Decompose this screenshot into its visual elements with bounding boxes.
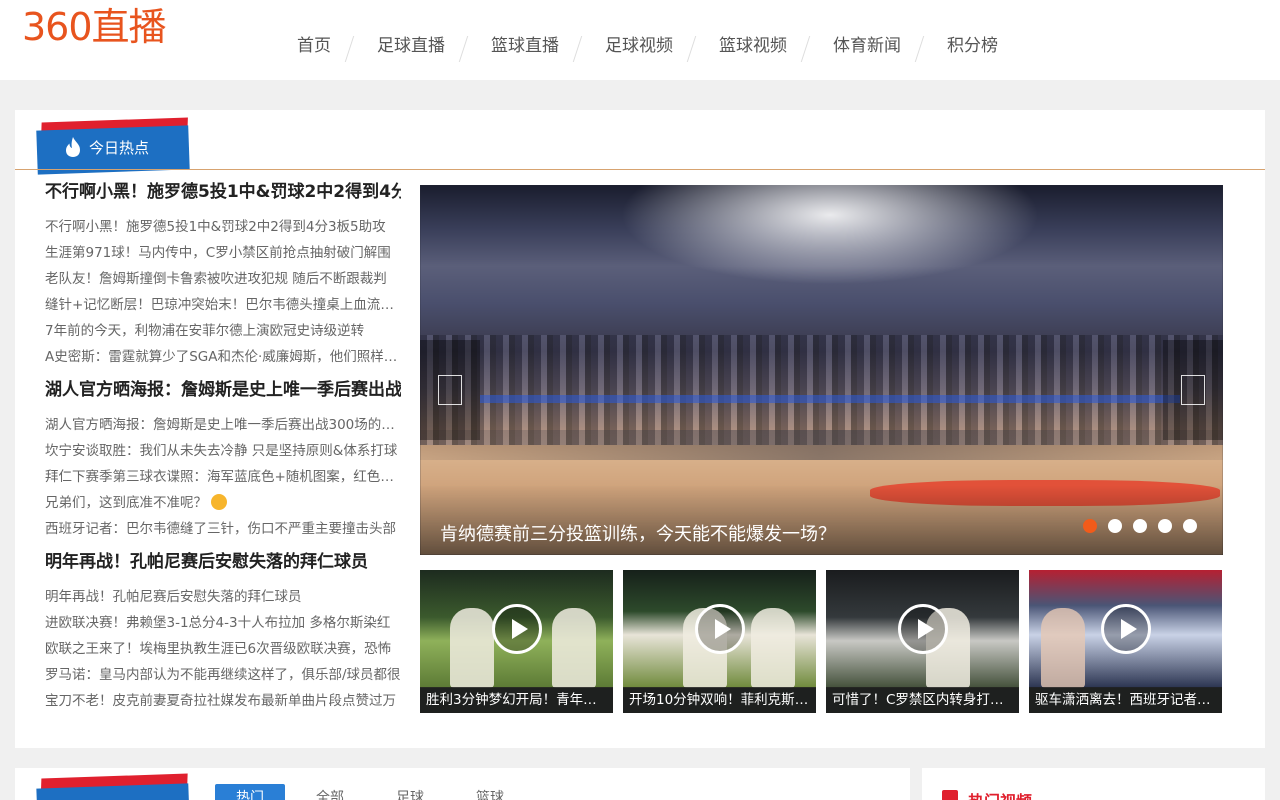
featured-carousel[interactable]: 肯纳德赛前三分投篮训练，今天能不能爆发一场？ <box>420 185 1223 555</box>
news-item[interactable]: 不行啊小黑！施罗德5投1中&罚球2中2得到4分3板5助攻 <box>45 214 401 240</box>
play-icon <box>492 604 542 654</box>
news-item[interactable]: 明年再战！孔帕尼赛后安慰失落的拜仁球员 <box>45 584 401 610</box>
carousel-prev-button[interactable] <box>420 340 480 440</box>
section-badge: 今日热点 <box>36 117 190 175</box>
flame-icon <box>66 137 80 157</box>
news-headline[interactable]: 湖人官方晒海报：詹姆斯是史上唯一季后赛出战300场 <box>45 376 401 404</box>
divider <box>15 169 1265 170</box>
video-thumb-title: 驱车潇洒离去！西班牙记者：维尼修斯 <box>1029 687 1222 713</box>
news-group: 不行啊小黑！施罗德5投1中&罚球2中2得到4分 不行啊小黑！施罗德5投1中&罚球… <box>45 178 401 370</box>
arrow-right-icon <box>1181 375 1205 405</box>
site-logo[interactable]: 360直播 <box>22 0 167 51</box>
hot-video-header: 热门视频 <box>942 788 1032 800</box>
nav-item-sports-news[interactable]: 体育新闻 <box>811 30 925 62</box>
nav-item-standings[interactable]: 积分榜 <box>925 30 1022 62</box>
site-header: 360直播 首页 足球直播 篮球直播 足球视频 篮球视频 体育新闻 积分榜 <box>0 0 1280 80</box>
carousel-dot[interactable] <box>1183 519 1197 533</box>
tab-all[interactable]: 全部 <box>295 784 365 800</box>
news-item-text: 兄弟们，这到底准不准呢？ <box>45 495 207 511</box>
hot-video-title: 热门视频 <box>968 788 1032 800</box>
thinking-emoji-icon <box>211 494 227 510</box>
carousel-dots <box>1083 519 1197 533</box>
nav-item-basketball-video[interactable]: 篮球视频 <box>697 30 811 62</box>
video-thumb[interactable]: 开场10分钟双响！菲利克斯头球破门 <box>623 570 816 713</box>
section-badge <box>36 773 190 800</box>
video-thumbnails: 胜利3分钟梦幻开局！青年人队长 开场10分钟双响！菲利克斯头球破门 可惜了！C罗… <box>420 570 1223 713</box>
news-item[interactable]: A史密斯：雷霆就算少了SGA和杰伦·威廉姆斯，他们照样能赢 <box>45 344 401 370</box>
nav-item-basketball-live[interactable]: 篮球直播 <box>469 30 583 62</box>
news-item[interactable]: 老队友！詹姆斯撞倒卡鲁索被吹进攻犯规 随后不断跟裁判 <box>45 266 401 292</box>
news-item[interactable]: 罗马诺：皇马内部认为不能再继续这样了，俱乐部/球员都很 <box>45 662 401 688</box>
video-thumb[interactable]: 可惜了！C罗禁区内转身打门被扑 <box>826 570 1019 713</box>
news-group: 湖人官方晒海报：詹姆斯是史上唯一季后赛出战300场 湖人官方晒海报：詹姆斯是史上… <box>45 376 401 542</box>
video-thumb-title: 可惜了！C罗禁区内转身打门被扑 <box>826 687 1019 713</box>
news-item[interactable]: 生涯第971球！马内传中，C罗小禁区前抢点抽射破门解围 <box>45 240 401 266</box>
video-thumb-title: 开场10分钟双响！菲利克斯头球破门 <box>623 687 816 713</box>
news-item[interactable]: 进欧联决赛！弗赖堡3-1总分4-3十人布拉加 多格尔斯染红 <box>45 610 401 636</box>
hot-today-panel: 今日热点 不行啊小黑！施罗德5投1中&罚球2中2得到4分 不行啊小黑！施罗德5投… <box>15 110 1265 748</box>
news-headline[interactable]: 明年再战！孔帕尼赛后安慰失落的拜仁球员 <box>45 548 401 576</box>
tab-hot[interactable]: 热门 <box>215 784 285 800</box>
arrow-left-icon <box>438 375 462 405</box>
live-list-panel: 热门 全部 足球 篮球 <box>15 768 910 800</box>
news-item[interactable]: 拜仁下赛季第三球衣谍照：海军蓝底色+随机图案，红色细节 <box>45 464 401 490</box>
news-item[interactable]: 坎宁安谈取胜：我们从未失去冷静 只是坚持原则&体系打球 <box>45 438 401 464</box>
play-icon <box>1101 604 1151 654</box>
news-item[interactable]: 缝针+记忆断层！巴琼冲突始末！巴尔韦德头撞桌上血流不止 <box>45 292 401 318</box>
tab-football[interactable]: 足球 <box>375 784 445 800</box>
nav-item-football-live[interactable]: 足球直播 <box>355 30 469 62</box>
nav-item-football-video[interactable]: 足球视频 <box>583 30 697 62</box>
video-thumb-title: 胜利3分钟梦幻开局！青年人队长 <box>420 687 613 713</box>
carousel-dot[interactable] <box>1133 519 1147 533</box>
hot-news-list: 不行啊小黑！施罗德5投1中&罚球2中2得到4分 不行啊小黑！施罗德5投1中&罚球… <box>45 178 401 720</box>
carousel-dot[interactable] <box>1158 519 1172 533</box>
carousel-caption[interactable]: 肯纳德赛前三分投篮训练，今天能不能爆发一场？ <box>440 523 836 547</box>
video-thumb[interactable]: 驱车潇洒离去！西班牙记者：维尼修斯 <box>1029 570 1222 713</box>
nav-item-home[interactable]: 首页 <box>275 30 355 62</box>
play-icon <box>695 604 745 654</box>
news-item[interactable]: 欧联之王来了！埃梅里执教生涯已6次晋级欧联决赛，恐怖 <box>45 636 401 662</box>
hot-video-panel: 热门视频 <box>922 768 1265 800</box>
live-tabs: 热门 全部 足球 篮球 <box>215 784 525 800</box>
video-icon <box>942 790 958 800</box>
play-icon <box>898 604 948 654</box>
news-item[interactable]: 7年前的今天，利物浦在安菲尔德上演欧冠史诗级逆转 <box>45 318 401 344</box>
news-item[interactable]: 兄弟们，这到底准不准呢？ <box>45 490 401 516</box>
main-nav: 首页 足球直播 篮球直播 足球视频 篮球视频 体育新闻 积分榜 <box>275 30 1022 62</box>
video-thumb[interactable]: 胜利3分钟梦幻开局！青年人队长 <box>420 570 613 713</box>
carousel-dot[interactable] <box>1108 519 1122 533</box>
news-group: 明年再战！孔帕尼赛后安慰失落的拜仁球员 明年再战！孔帕尼赛后安慰失落的拜仁球员 … <box>45 548 401 714</box>
news-headline[interactable]: 不行啊小黑！施罗德5投1中&罚球2中2得到4分 <box>45 178 401 206</box>
carousel-dot[interactable] <box>1083 519 1097 533</box>
section-title: 今日热点 <box>89 138 150 157</box>
news-item[interactable]: 西班牙记者：巴尔韦德缝了三针，伤口不严重主要撞击头部 <box>45 516 401 542</box>
carousel-next-button[interactable] <box>1163 340 1223 440</box>
news-item[interactable]: 湖人官方晒海报：詹姆斯是史上唯一季后赛出战300场的球员 <box>45 412 401 438</box>
tab-basketball[interactable]: 篮球 <box>455 784 525 800</box>
news-item[interactable]: 宝刀不老！皮克前妻夏奇拉社媒发布最新单曲片段点赞过万 <box>45 688 401 714</box>
